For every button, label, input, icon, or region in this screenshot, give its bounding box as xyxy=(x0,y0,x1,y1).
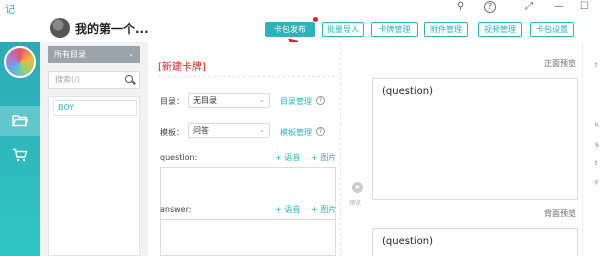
back-preview-label: 背面预览 xyxy=(544,209,576,218)
side-text: t xyxy=(595,62,598,69)
user-avatar[interactable] xyxy=(4,46,36,78)
template-manage-link[interactable]: 模板管理 xyxy=(280,127,312,138)
help-icon[interactable]: ? xyxy=(316,96,325,105)
search-icon[interactable] xyxy=(125,75,133,83)
divider xyxy=(158,76,340,77)
chevron-down-icon: ⌄ xyxy=(259,126,265,134)
template-select-value: 问答 xyxy=(193,126,209,135)
catalog-label: 目录： xyxy=(160,97,184,106)
right-side-strip: t h S t F xyxy=(582,42,600,256)
minimize-icon[interactable]: — xyxy=(554,1,564,13)
folder-icon[interactable] xyxy=(0,106,40,136)
side-text: F xyxy=(595,180,599,187)
pin-icon[interactable]: ⚲ xyxy=(457,1,464,13)
front-preview-card: (question) xyxy=(372,78,578,200)
help-icon[interactable]: ? xyxy=(484,1,496,13)
directory-search-placeholder: 搜索(/) xyxy=(55,75,80,84)
title-bar: 记 ⚲ ? ⤢ — ☐ xyxy=(0,0,600,16)
question-add-audio-link[interactable]: + 语音 xyxy=(275,152,300,163)
directory-select-label: 所有目录 xyxy=(54,50,86,59)
video-manage-button[interactable]: 视频管理 xyxy=(478,22,522,37)
batch-import-button[interactable]: 批量导入 xyxy=(322,22,364,37)
chevron-down-icon: ⌄ xyxy=(128,50,134,58)
preview-toggle-label: 预览 xyxy=(349,200,362,207)
answer-label: answer: xyxy=(160,205,192,214)
help-icon[interactable]: ? xyxy=(316,127,325,136)
question-label: question: xyxy=(160,153,198,162)
catalog-manage-link[interactable]: 目录管理 xyxy=(280,96,312,107)
card-manage-button[interactable]: 卡牌管理 xyxy=(371,22,418,37)
directory-select[interactable]: 所有目录 ⌄ xyxy=(48,46,140,63)
maximize-icon[interactable]: ☐ xyxy=(580,1,589,13)
side-text: h xyxy=(595,122,599,129)
deck-header: 我的第一个... 卡包发布 批量导入 卡牌管理 附件管理 视频管理 卡包设置 xyxy=(0,14,600,42)
cart-icon[interactable] xyxy=(0,140,40,170)
question-add-image-link[interactable]: + 图片 xyxy=(311,152,336,163)
answer-add-image-link[interactable]: + 图片 xyxy=(311,204,336,215)
deck-title: 我的第一个... xyxy=(75,22,149,36)
answer-field[interactable] xyxy=(160,219,336,256)
deck-avatar[interactable] xyxy=(50,18,70,38)
expand-icon[interactable]: ⤢ xyxy=(525,1,533,13)
answer-add-audio-link[interactable]: + 语音 xyxy=(275,204,300,215)
directory-panel: 所有目录 ⌄ 搜索(/) BOY xyxy=(40,42,148,256)
back-preview-content: (question) xyxy=(382,236,434,247)
template-label: 模板： xyxy=(160,128,184,137)
back-preview-card: (question) xyxy=(372,228,578,256)
notification-dot xyxy=(313,17,318,22)
attachment-manage-button[interactable]: 附件管理 xyxy=(424,22,468,37)
side-text: t xyxy=(595,160,598,167)
card-editor: [新建卡牌] 目录： 无目录 ⌄ 目录管理 ? 模板： 问答 ⌄ 模板管理 ? … xyxy=(148,42,340,256)
left-rail xyxy=(0,42,40,256)
publish-deck-button[interactable]: 卡包发布 xyxy=(265,22,315,37)
play-icon[interactable] xyxy=(352,182,363,193)
deck-settings-button[interactable]: 卡包设置 xyxy=(530,22,574,37)
side-text: S xyxy=(595,142,599,149)
catalog-select-value: 无目录 xyxy=(193,96,217,105)
catalog-select[interactable]: 无目录 ⌄ xyxy=(188,93,270,108)
template-select[interactable]: 问答 ⌄ xyxy=(188,123,270,138)
directory-item-boy[interactable]: BOY xyxy=(53,100,137,116)
directory-list: BOY xyxy=(48,96,140,256)
front-preview-content: (question) xyxy=(382,86,434,97)
editor-title: [新建卡牌] xyxy=(158,62,206,73)
chevron-down-icon: ⌄ xyxy=(259,96,265,104)
front-preview-label: 正面预览 xyxy=(544,59,576,68)
directory-search-input[interactable]: 搜索(/) xyxy=(48,71,140,89)
preview-panel: 正面预览 (question) 背面预览 (question) xyxy=(372,42,582,256)
preview-toggle-strip: 预览 xyxy=(340,42,372,256)
